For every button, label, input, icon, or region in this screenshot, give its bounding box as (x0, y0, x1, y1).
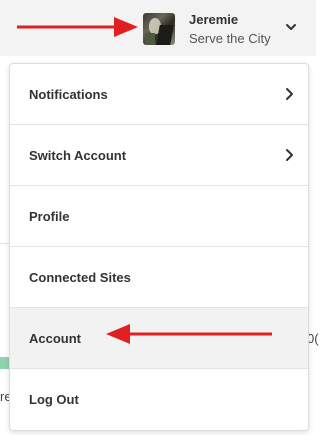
menu-item-label: Connected Sites (29, 269, 131, 285)
menu-item-profile[interactable]: Profile (10, 186, 308, 247)
avatar[interactable] (143, 13, 175, 45)
menu-item-log-out[interactable]: Log Out (10, 369, 308, 429)
menu-item-label: Account (29, 330, 81, 346)
organization-name[interactable]: Serve the City (189, 31, 271, 46)
account-dropdown-menu: Notifications Switch Account Profile Con… (9, 63, 309, 431)
background-accent-bar (0, 357, 9, 369)
menu-item-label: Log Out (29, 391, 79, 407)
menu-item-label: Switch Account (29, 147, 127, 163)
chevron-right-icon (286, 88, 293, 100)
chevron-right-icon (286, 149, 293, 161)
background-divider (0, 243, 9, 244)
annotation-arrow-top (17, 17, 138, 37)
menu-item-notifications[interactable]: Notifications (10, 64, 308, 125)
chevron-down-icon[interactable] (282, 18, 300, 36)
user-name[interactable]: Jeremie (189, 12, 238, 27)
menu-item-label: Notifications (29, 86, 108, 102)
annotation-arrow-account (106, 324, 272, 344)
menu-item-switch-account[interactable]: Switch Account (10, 125, 308, 186)
menu-item-connected-sites[interactable]: Connected Sites (10, 247, 308, 308)
menu-item-label: Profile (29, 208, 70, 224)
